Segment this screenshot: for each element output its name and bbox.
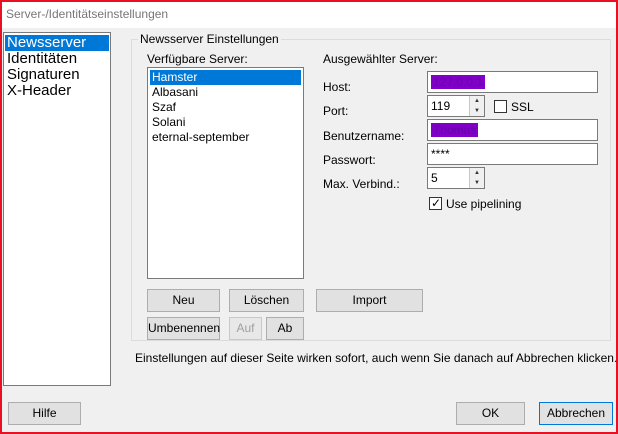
- spin-down-icon[interactable]: ▼: [470, 178, 484, 188]
- max-connections-stepper[interactable]: 5 ▲ ▼: [427, 167, 485, 189]
- host-value: 127.0.0.1: [431, 75, 486, 89]
- server-item-szaf[interactable]: Szaf: [150, 100, 301, 115]
- nav-item-newsserver[interactable]: Newsserver: [5, 35, 109, 51]
- pipelining-label: Use pipelining: [446, 197, 522, 211]
- nav-item-identitaeten[interactable]: Identitäten: [5, 51, 109, 67]
- username-value: Thomas: [431, 123, 479, 137]
- rename-server-button[interactable]: Umbenennen: [147, 317, 220, 340]
- category-list[interactable]: Newsserver Identitäten Signaturen X-Head…: [3, 32, 111, 386]
- port-stepper[interactable]: 119 ▲ ▼: [427, 95, 485, 117]
- server-item-albasani[interactable]: Albasani: [150, 85, 301, 100]
- ssl-checkbox[interactable]: [494, 100, 507, 113]
- server-item-eternal-september[interactable]: eternal-september: [150, 130, 301, 145]
- cancel-button[interactable]: Abbrechen: [539, 402, 613, 425]
- ssl-label: SSL: [511, 100, 534, 114]
- new-server-button[interactable]: Neu: [147, 289, 220, 312]
- host-field[interactable]: 127.0.0.1: [427, 71, 598, 93]
- spin-up-icon[interactable]: ▲: [470, 168, 484, 178]
- spin-down-icon[interactable]: ▼: [470, 106, 484, 116]
- password-field[interactable]: ****: [427, 143, 598, 165]
- spin-up-icon[interactable]: ▲: [470, 96, 484, 106]
- port-label: Port:: [323, 104, 349, 118]
- username-field[interactable]: Thomas: [427, 119, 598, 141]
- info-text: Einstellungen auf dieser Seite wirken so…: [135, 351, 618, 365]
- selected-server-label: Ausgewählter Server:: [323, 52, 438, 66]
- nav-item-x-header[interactable]: X-Header: [5, 83, 109, 99]
- group-title: Newsserver Einstellungen: [138, 32, 281, 46]
- nav-item-signaturen[interactable]: Signaturen: [5, 67, 109, 83]
- username-label: Benutzername:: [323, 129, 405, 143]
- checkmark-icon: ✓: [430, 196, 442, 210]
- server-list[interactable]: Hamster Albasani Szaf Solani eternal-sep…: [147, 67, 304, 279]
- help-button[interactable]: Hilfe: [8, 402, 81, 425]
- move-up-button[interactable]: Auf: [229, 317, 262, 340]
- server-item-solani[interactable]: Solani: [150, 115, 301, 130]
- import-button[interactable]: Import: [316, 289, 423, 312]
- host-label: Host:: [323, 80, 352, 94]
- max-connections-label: Max. Verbind.:: [323, 177, 400, 191]
- available-servers-label: Verfügbare Server:: [147, 52, 248, 66]
- ok-button[interactable]: OK: [456, 402, 525, 425]
- server-item-hamster[interactable]: Hamster: [150, 70, 301, 85]
- password-label: Passwort:: [323, 153, 376, 167]
- delete-server-button[interactable]: Löschen: [229, 289, 304, 312]
- move-down-button[interactable]: Ab: [266, 317, 304, 340]
- window-title: Server-/Identitätseinstellungen: [2, 2, 616, 28]
- max-connections-value: 5: [431, 171, 438, 185]
- pipelining-checkbox[interactable]: ✓: [429, 196, 442, 210]
- port-value: 119: [431, 99, 451, 113]
